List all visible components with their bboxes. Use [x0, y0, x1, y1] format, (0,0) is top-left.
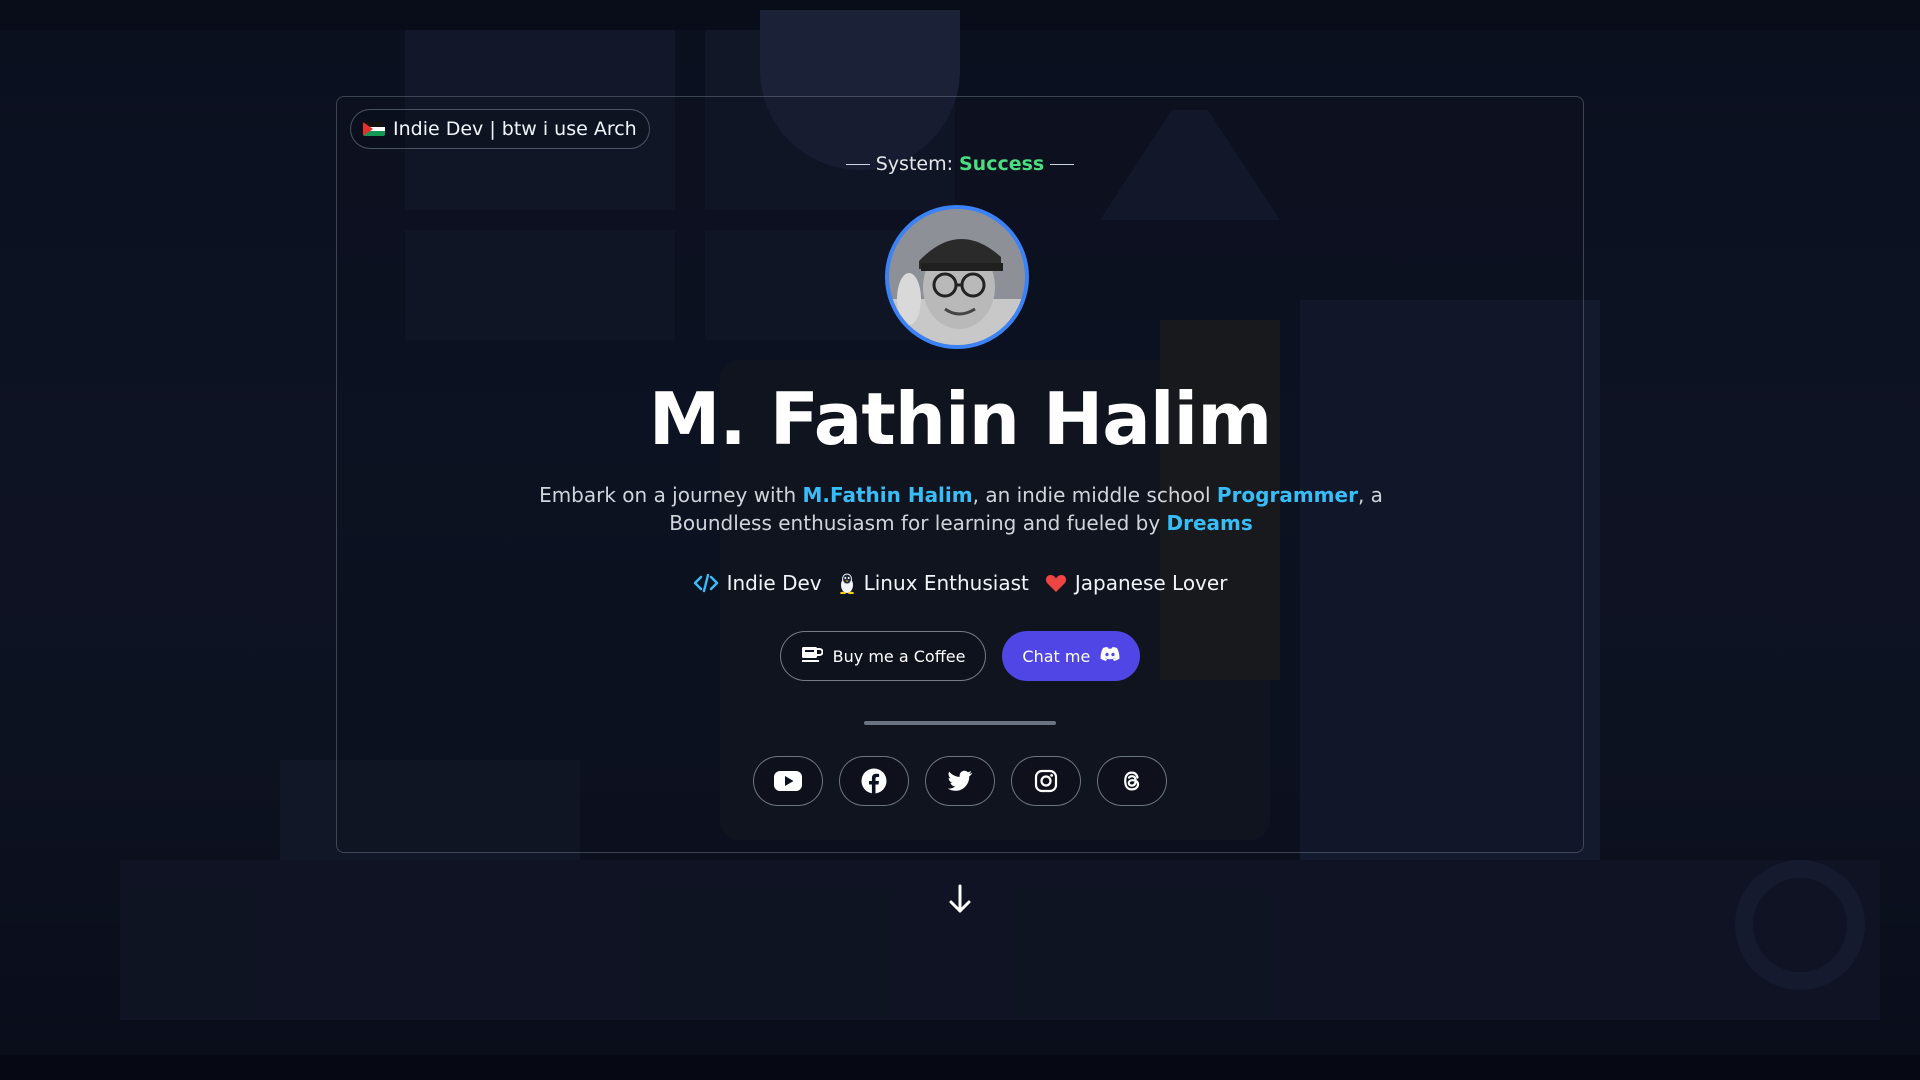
heart-icon — [1045, 573, 1067, 593]
intro-highlight-dreams: Dreams — [1166, 511, 1253, 535]
profile-name: M. Fathin Halim — [648, 377, 1273, 461]
status-prefix: System: — [875, 153, 953, 175]
tag-label: Linux Enthusiast — [863, 571, 1029, 595]
instagram-link[interactable] — [1011, 756, 1081, 806]
chat-me-label: Chat me — [1022, 646, 1091, 666]
coffee-cup-icon — [801, 645, 824, 667]
twitter-link[interactable] — [925, 756, 995, 806]
identity-badge: Indie Dev | btw i use Arch — [350, 109, 650, 149]
social-links — [337, 756, 1583, 806]
section-divider — [864, 721, 1056, 725]
intro-highlight-programmer: Programmer — [1216, 483, 1358, 507]
profile-intro: Embark on a journey with M.Fathin Halim,… — [517, 481, 1405, 537]
tag-linux-enthusiast: Linux Enthusiast — [838, 571, 1029, 595]
system-status: System: Success — [337, 153, 1583, 175]
facebook-link[interactable] — [839, 756, 909, 806]
palestine-flag-icon — [363, 122, 385, 136]
identity-badge-label: Indie Dev | btw i use Arch — [393, 118, 637, 140]
tag-list: Indie Dev Linux Enthusiast Japanese Love… — [337, 571, 1583, 595]
tag-label: Indie Dev — [726, 571, 822, 595]
status-divider-left — [845, 163, 870, 165]
twitter-icon — [947, 770, 973, 792]
facebook-icon — [861, 768, 887, 794]
youtube-link[interactable] — [753, 756, 823, 806]
tag-label: Japanese Lover — [1074, 571, 1228, 595]
linux-penguin-icon — [838, 572, 856, 594]
avatar — [885, 205, 1029, 349]
intro-text-2: , an indie middle school — [972, 483, 1217, 507]
discord-icon — [1100, 646, 1120, 666]
hero-card: Indie Dev | btw i use Arch System: Succe… — [336, 96, 1584, 853]
status-divider-right — [1050, 163, 1075, 165]
arrow-down-icon — [947, 883, 973, 919]
intro-text-1: Embark on a journey with — [539, 483, 803, 507]
threads-icon — [1121, 769, 1143, 793]
scroll-down-button[interactable] — [946, 884, 974, 918]
chat-me-button[interactable]: Chat me — [1002, 631, 1141, 681]
code-icon — [693, 573, 719, 593]
instagram-icon — [1034, 769, 1058, 793]
tag-indie-dev: Indie Dev — [693, 571, 822, 595]
tag-japanese-lover: Japanese Lover — [1045, 571, 1228, 595]
buy-me-a-coffee-button[interactable]: Buy me a Coffee — [779, 631, 987, 681]
intro-highlight-name: M.Fathin Halim — [802, 483, 973, 507]
youtube-icon — [774, 771, 802, 791]
buy-me-a-coffee-label: Buy me a Coffee — [832, 646, 966, 666]
status-value: Success — [959, 153, 1045, 175]
threads-link[interactable] — [1097, 756, 1167, 806]
action-buttons: Buy me a Coffee Chat me — [337, 631, 1583, 681]
